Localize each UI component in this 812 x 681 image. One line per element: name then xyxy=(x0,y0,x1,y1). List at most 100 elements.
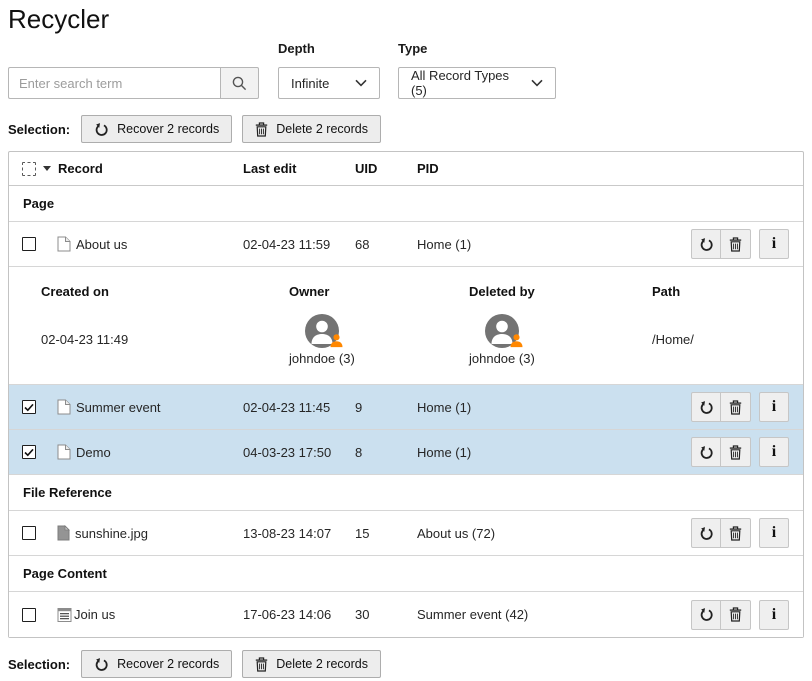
group-header-file-reference: File Reference xyxy=(9,475,803,511)
row-checkbox[interactable] xyxy=(22,237,36,251)
info-record-button[interactable]: i xyxy=(759,600,789,630)
header-uid: UID xyxy=(355,161,417,176)
select-all-checkbox[interactable] xyxy=(22,162,36,176)
info-record-button[interactable]: i xyxy=(759,518,789,548)
delete-record-button[interactable] xyxy=(721,600,751,630)
detail-deleted-by-label: Deleted by xyxy=(469,284,652,299)
record-pid: Summer event (42) xyxy=(417,607,691,622)
selection-label: Selection: xyxy=(8,122,70,137)
detail-deleted-by-value: johndoe (3) xyxy=(469,351,535,366)
recover-record-button[interactable] xyxy=(691,437,721,467)
depth-select[interactable]: Infinite xyxy=(278,67,380,99)
chevron-down-icon xyxy=(355,79,367,87)
record-pid: Home (1) xyxy=(417,400,691,415)
detail-owner-value: johndoe (3) xyxy=(289,351,355,366)
delete-selected-button[interactable]: Delete 2 records xyxy=(242,650,381,678)
info-record-button[interactable]: i xyxy=(759,392,789,422)
header-record: Record xyxy=(49,161,243,176)
recover-icon xyxy=(94,122,109,137)
recover-selected-button[interactable]: Recover 2 records xyxy=(81,115,232,143)
record-pid: Home (1) xyxy=(417,445,691,460)
delete-selected-label: Delete 2 records xyxy=(276,122,368,136)
table-header-row: Record Last edit UID PID xyxy=(9,152,803,186)
recycler-table: Record Last edit UID PID Page About us 0… xyxy=(8,151,804,638)
chevron-down-icon xyxy=(531,79,543,87)
avatar xyxy=(484,313,520,349)
record-uid: 30 xyxy=(355,607,417,622)
record-detail-panel: Created on Owner Deleted by Path 02-04-2… xyxy=(9,267,803,385)
record-uid: 9 xyxy=(355,400,417,415)
type-value: All Record Types (5) xyxy=(411,68,521,98)
search-group xyxy=(8,67,259,99)
record-title[interactable]: Join us xyxy=(74,607,115,622)
type-label: Type xyxy=(398,41,556,56)
owner-user: johndoe (3) xyxy=(289,313,355,366)
recover-selected-label: Recover 2 records xyxy=(117,657,219,671)
recover-record-button[interactable] xyxy=(691,600,721,630)
record-uid: 8 xyxy=(355,445,417,460)
recover-record-button[interactable] xyxy=(691,392,721,422)
delete-record-button[interactable] xyxy=(721,518,751,548)
row-checkbox[interactable] xyxy=(22,445,36,459)
detail-created-on-label: Created on xyxy=(41,284,289,299)
group-header-page: Page xyxy=(9,186,803,222)
detail-path-value: /Home/ xyxy=(652,332,803,347)
page-icon xyxy=(57,444,71,460)
record-title[interactable]: Summer event xyxy=(76,400,161,415)
recover-record-button[interactable] xyxy=(691,229,721,259)
detail-owner-label: Owner xyxy=(289,284,469,299)
search-input[interactable] xyxy=(8,67,220,99)
record-last-edit: 02-04-23 11:45 xyxy=(243,400,355,415)
recycler-module: Recycler Depth Infinite Type All Recor xyxy=(0,0,812,678)
record-last-edit: 17-06-23 14:06 xyxy=(243,607,355,622)
depth-filter: Depth Infinite xyxy=(278,41,380,99)
selection-label: Selection: xyxy=(8,657,70,672)
record-title[interactable]: About us xyxy=(76,237,127,252)
info-record-button[interactable]: i xyxy=(759,229,789,259)
record-last-edit: 02-04-23 11:59 xyxy=(243,237,355,252)
trash-icon xyxy=(255,122,268,137)
row-checkbox[interactable] xyxy=(22,526,36,540)
depth-label: Depth xyxy=(278,41,380,56)
record-title[interactable]: sunshine.jpg xyxy=(75,526,148,541)
delete-record-button[interactable] xyxy=(721,437,751,467)
trash-icon xyxy=(255,657,268,672)
delete-selected-button[interactable]: Delete 2 records xyxy=(242,115,381,143)
page-title: Recycler xyxy=(8,4,804,35)
delete-record-button[interactable] xyxy=(721,229,751,259)
record-pid: Home (1) xyxy=(417,237,691,252)
content-element-icon xyxy=(57,607,72,623)
detail-path-label: Path xyxy=(652,284,803,299)
record-title[interactable]: Demo xyxy=(76,445,111,460)
search-icon xyxy=(231,75,248,92)
group-header-page-content: Page Content xyxy=(9,556,803,592)
user-overlay-icon xyxy=(329,333,344,351)
table-row-about-us[interactable]: About us 02-04-23 11:59 68 Home (1) i xyxy=(9,222,803,267)
table-row-join-us[interactable]: Join us 17-06-23 14:06 30 Summer event (… xyxy=(9,592,803,637)
selection-bar-bottom: Selection: Recover 2 records Delete 2 re… xyxy=(8,650,804,678)
detail-created-on-value: 02-04-23 11:49 xyxy=(41,332,289,347)
filter-bar: Depth Infinite Type All Record Types (5) xyxy=(8,41,804,99)
delete-selected-label: Delete 2 records xyxy=(276,657,368,671)
row-checkbox[interactable] xyxy=(22,608,36,622)
selection-bar-top: Selection: Recover 2 records Delete 2 re… xyxy=(8,115,804,143)
recover-icon xyxy=(94,657,109,672)
row-checkbox[interactable] xyxy=(22,400,36,414)
depth-value: Infinite xyxy=(291,76,329,91)
recover-selected-button[interactable]: Recover 2 records xyxy=(81,650,232,678)
recover-selected-label: Recover 2 records xyxy=(117,122,219,136)
type-select[interactable]: All Record Types (5) xyxy=(398,67,556,99)
search-button[interactable] xyxy=(220,67,259,99)
delete-record-button[interactable] xyxy=(721,392,751,422)
table-row-sunshine[interactable]: sunshine.jpg 13-08-23 14:07 15 About us … xyxy=(9,511,803,556)
page-icon xyxy=(57,236,71,252)
table-row-demo[interactable]: Demo 04-03-23 17:50 8 Home (1) i xyxy=(9,430,803,475)
info-record-button[interactable]: i xyxy=(759,437,789,467)
record-last-edit: 04-03-23 17:50 xyxy=(243,445,355,460)
record-last-edit: 13-08-23 14:07 xyxy=(243,526,355,541)
recover-record-button[interactable] xyxy=(691,518,721,548)
page-icon xyxy=(57,399,71,415)
table-row-summer-event[interactable]: Summer event 02-04-23 11:45 9 Home (1) i xyxy=(9,385,803,430)
avatar xyxy=(304,313,340,349)
record-pid: About us (72) xyxy=(417,526,691,541)
